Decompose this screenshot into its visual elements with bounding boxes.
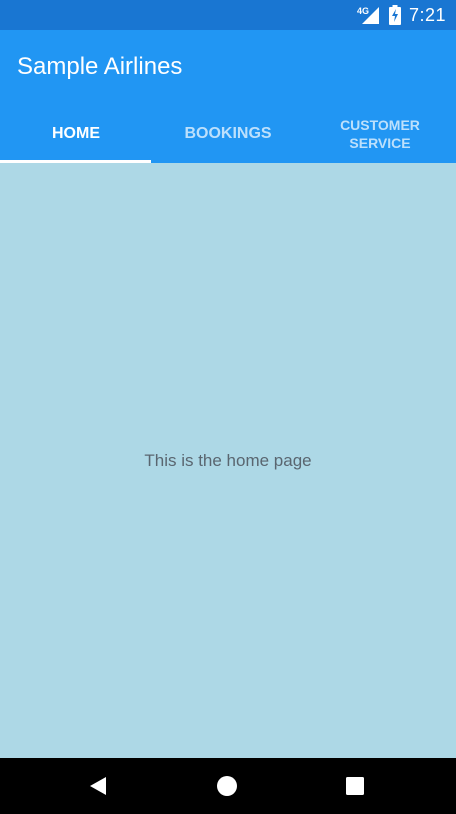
- home-page-content: This is the home page: [0, 163, 456, 758]
- status-bar: 4G 7:21: [0, 0, 456, 30]
- tab-bookings[interactable]: BOOKINGS: [152, 104, 304, 163]
- app-bar: Sample Airlines HOME BOOKINGS CUSTOMER S…: [0, 30, 456, 163]
- home-page-message: This is the home page: [144, 451, 312, 470]
- signal-indicator: 4G: [357, 4, 381, 26]
- status-icons: 4G 7:21: [357, 0, 446, 30]
- signal-icon: [361, 7, 379, 24]
- navigation-bar: [0, 758, 456, 814]
- battery-icon: [388, 5, 401, 25]
- tab-customer-service[interactable]: CUSTOMER SERVICE: [304, 104, 456, 163]
- tab-home-label: HOME: [52, 125, 100, 142]
- tab-strip: HOME BOOKINGS CUSTOMER SERVICE: [0, 104, 456, 163]
- tab-customer-service-label: CUSTOMER SERVICE: [340, 116, 420, 151]
- tab-home[interactable]: HOME: [0, 104, 152, 163]
- app-screen: 4G 7:21 Sample Airlines HOME BOOKINGS CU…: [0, 0, 456, 814]
- status-time: 7:21: [408, 5, 446, 25]
- back-icon[interactable]: [88, 775, 110, 797]
- app-title: Sample Airlines: [17, 53, 183, 80]
- tab-bookings-label: BOOKINGS: [184, 125, 272, 142]
- recent-apps-icon[interactable]: [344, 775, 366, 797]
- home-icon[interactable]: [216, 775, 238, 797]
